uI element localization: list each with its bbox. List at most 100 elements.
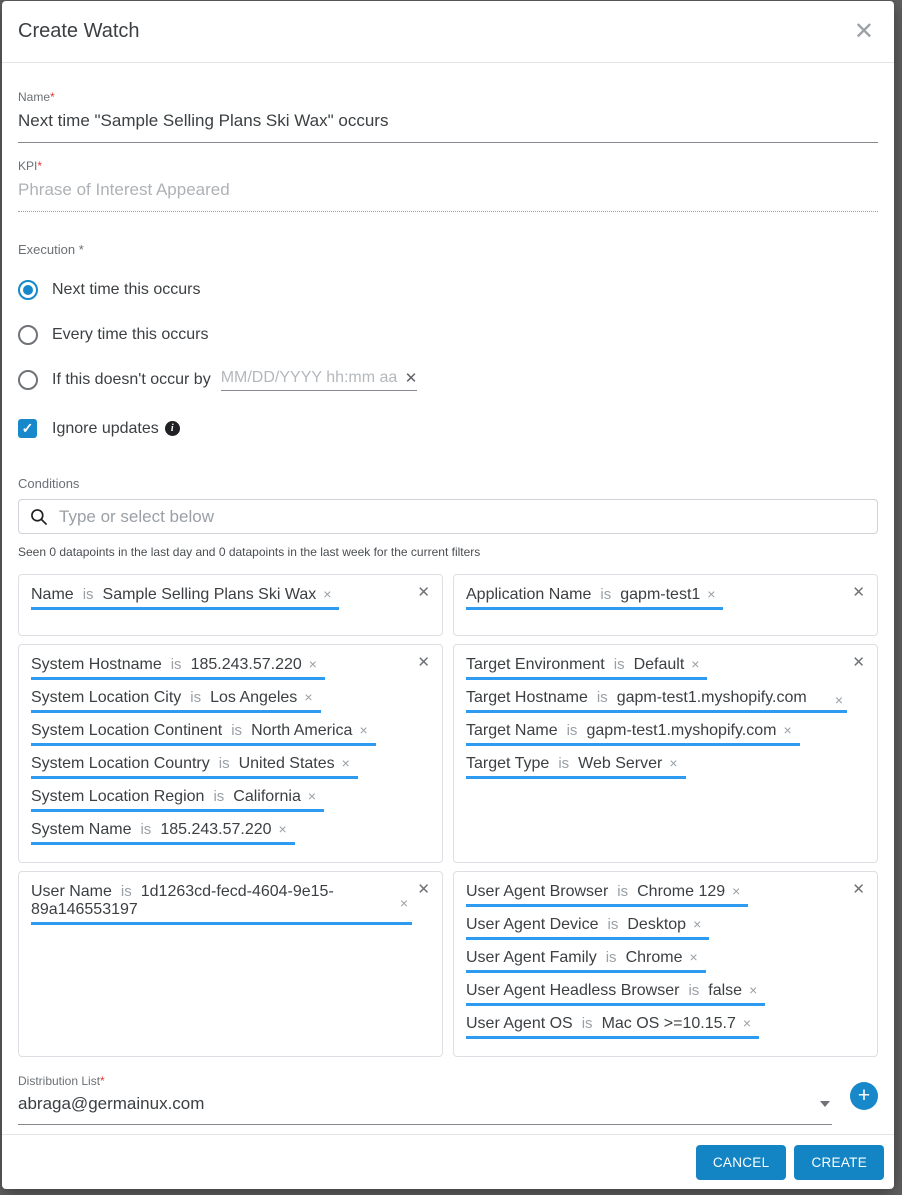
condition-chip: User Agent OSisMac OS >=10.15.7× — [466, 1015, 759, 1039]
radio-label[interactable]: Next time this occurs — [52, 281, 200, 299]
checkbox-checked-icon[interactable]: ✓ — [18, 419, 37, 438]
condition-chip-row: User Agent BrowserisChrome 129× — [466, 883, 847, 916]
card-remove-icon[interactable]: ✕ — [852, 882, 865, 897]
chip-remove-icon[interactable]: × — [835, 692, 843, 708]
chip-remove-icon[interactable]: × — [743, 1015, 751, 1031]
chip-operator: is — [567, 722, 578, 739]
card-remove-icon[interactable]: ✕ — [852, 585, 865, 600]
close-icon[interactable]: ✕ — [852, 18, 876, 46]
chip-value: Desktop — [627, 916, 686, 934]
required-asterisk: * — [50, 90, 55, 104]
radio-unselected-icon[interactable] — [18, 325, 38, 345]
radio-label[interactable]: Every time this occurs — [52, 326, 208, 344]
chip-operator: is — [597, 689, 608, 706]
name-input[interactable] — [18, 104, 878, 143]
chip-remove-icon[interactable]: × — [732, 883, 740, 899]
radio-option-doesnt-occur-by[interactable]: If this doesn't occur by ✕ — [18, 368, 878, 392]
kpi-input[interactable] — [18, 173, 878, 212]
card-remove-icon[interactable]: ✕ — [417, 585, 430, 600]
distribution-list-select[interactable]: abraga@germainux.com — [18, 1088, 832, 1125]
chip-remove-icon[interactable]: × — [689, 949, 697, 965]
ignore-updates-row[interactable]: ✓ Ignore updates i — [18, 419, 878, 438]
dialog-title: Create Watch — [18, 20, 140, 43]
card-remove-icon[interactable]: ✕ — [417, 655, 430, 670]
conditions-grid: NameisSample Selling Plans Ski Wax×✕Appl… — [18, 574, 878, 1057]
chip-field-name: Target Environment — [466, 656, 605, 674]
chip-operator: is — [558, 755, 569, 772]
condition-chip-row: User Agent DeviceisDesktop× — [466, 916, 847, 949]
kpi-field-group: KPI* — [18, 159, 878, 212]
condition-chip-row: Target Nameisgapm-test1.myshopify.com× — [466, 722, 847, 755]
card-remove-icon[interactable]: ✕ — [852, 655, 865, 670]
chip-operator: is — [121, 883, 132, 900]
chip-value: Chrome — [626, 949, 683, 967]
condition-chip: Target TypeisWeb Server× — [466, 755, 686, 779]
chip-field-name: User Agent Device — [466, 916, 599, 934]
conditions-search-input[interactable] — [59, 507, 867, 527]
chip-remove-icon[interactable]: × — [669, 755, 677, 771]
chip-field-name: Target Name — [466, 722, 558, 740]
condition-chip: System Location RegionisCalifornia× — [31, 788, 324, 812]
chip-remove-icon[interactable]: × — [342, 755, 350, 771]
condition-card: System Hostnameis185.243.57.220×System L… — [18, 644, 443, 863]
conditions-search-box[interactable] — [18, 499, 878, 534]
chip-operator: is — [231, 722, 242, 739]
chip-operator: is — [617, 883, 628, 900]
chip-operator: is — [83, 586, 94, 603]
chip-remove-icon[interactable]: × — [309, 656, 317, 672]
card-remove-icon[interactable]: ✕ — [417, 882, 430, 897]
chip-field-name: User Agent OS — [466, 1015, 573, 1033]
radio-selected-icon[interactable] — [18, 280, 38, 300]
chip-field-name: System Name — [31, 821, 131, 839]
chip-remove-icon[interactable]: × — [304, 689, 312, 705]
chip-value: gapm-test1.myshopify.com — [617, 689, 807, 706]
chip-remove-icon[interactable]: × — [323, 586, 331, 602]
condition-chip: NameisSample Selling Plans Ski Wax× — [31, 586, 339, 610]
radio-dot — [23, 285, 33, 295]
distribution-list-value: abraga@germainux.com — [18, 1094, 820, 1114]
chip-field-name: Target Type — [466, 755, 549, 773]
radio-label[interactable]: If this doesn't occur by — [52, 371, 211, 389]
ignore-updates-label[interactable]: Ignore updates — [52, 420, 159, 438]
chip-remove-icon[interactable]: × — [783, 722, 791, 738]
chip-field-name: System Location Continent — [31, 722, 222, 740]
chip-remove-icon[interactable]: × — [400, 895, 408, 911]
add-recipient-button[interactable]: + — [850, 1082, 878, 1110]
chip-operator: is — [190, 689, 201, 706]
chip-remove-icon[interactable]: × — [707, 586, 715, 602]
condition-chip: System Location ContinentisNorth America… — [31, 722, 376, 746]
chip-field-name: User Name — [31, 883, 112, 900]
chip-field-name: System Location Region — [31, 788, 204, 806]
chip-operator: is — [606, 949, 617, 966]
radio-unselected-icon[interactable] — [18, 370, 38, 390]
distribution-list-label: Distribution List* — [18, 1074, 832, 1088]
chip-remove-icon[interactable]: × — [749, 982, 757, 998]
create-watch-dialog: Create Watch ✕ Name* KPI* Execution * Ne… — [2, 1, 894, 1189]
condition-chip-row: Target EnvironmentisDefault× — [466, 656, 847, 689]
cancel-button[interactable]: CANCEL — [696, 1145, 787, 1180]
name-field-group: Name* — [18, 90, 878, 143]
dialog-header: Create Watch ✕ — [2, 1, 894, 63]
radio-option-every-time[interactable]: Every time this occurs — [18, 323, 878, 347]
condition-chip: System Nameis185.243.57.220× — [31, 821, 295, 845]
chip-operator: is — [171, 656, 182, 673]
date-clear-icon[interactable]: ✕ — [405, 369, 418, 387]
radio-option-next-time[interactable]: Next time this occurs — [18, 278, 878, 302]
condition-card: Target EnvironmentisDefault×Target Hostn… — [453, 644, 878, 863]
kpi-label: KPI* — [18, 159, 878, 173]
create-button[interactable]: CREATE — [794, 1145, 884, 1180]
chip-remove-icon[interactable]: × — [308, 788, 316, 804]
chip-field-name: User Agent Headless Browser — [466, 982, 679, 1000]
chip-remove-icon[interactable]: × — [279, 821, 287, 837]
date-input[interactable] — [221, 369, 403, 387]
chip-remove-icon[interactable]: × — [359, 722, 367, 738]
chip-value: United States — [239, 755, 335, 773]
chip-remove-icon[interactable]: × — [693, 916, 701, 932]
search-icon — [29, 507, 49, 527]
chip-value: California — [233, 788, 301, 806]
chip-remove-icon[interactable]: × — [691, 656, 699, 672]
chip-value: Default — [634, 656, 685, 674]
chip-field-name: User Agent Family — [466, 949, 597, 967]
chevron-down-icon[interactable] — [820, 1101, 830, 1107]
distribution-list-label-text: Distribution List — [18, 1074, 100, 1088]
